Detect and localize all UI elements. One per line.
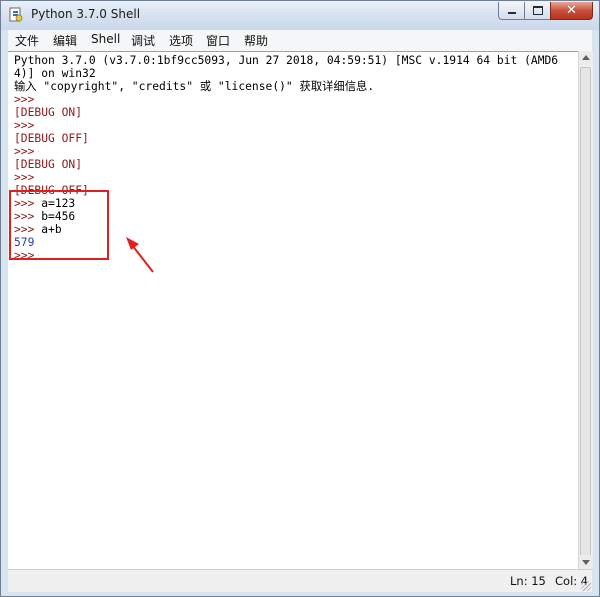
annotation-arrow-icon [126,237,154,273]
